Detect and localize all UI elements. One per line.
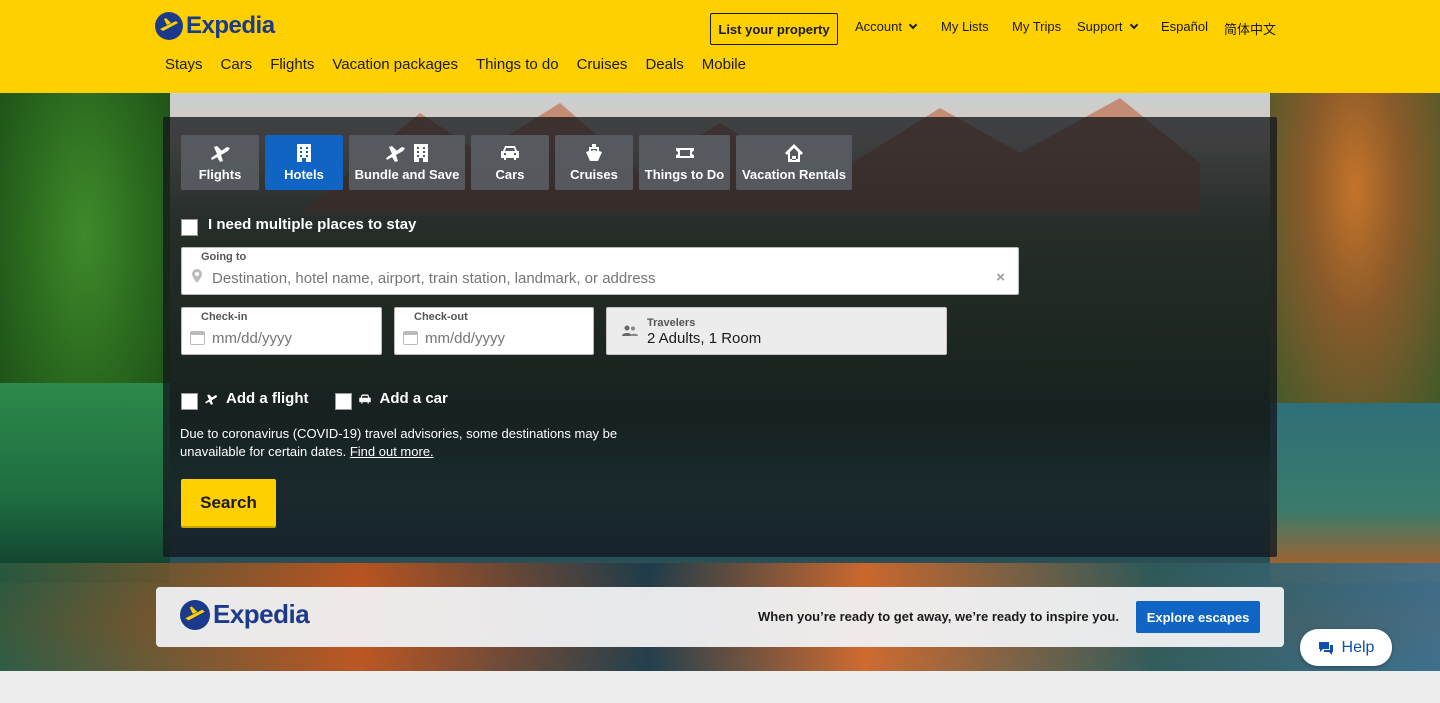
list-your-property-button[interactable]: List your property <box>710 13 838 45</box>
tab-flights[interactable]: Flights <box>181 135 259 190</box>
multiple-places-checkbox[interactable] <box>181 219 198 236</box>
add-flight-checkbox[interactable] <box>181 393 198 410</box>
hero-background-image: Flights Hotels Bundle and Save Cars Crui… <box>0 93 1440 671</box>
support-label: Support <box>1077 19 1123 34</box>
check-out-field[interactable]: Check-out mm/dd/yyyy <box>394 307 594 355</box>
my-trips-link[interactable]: My Trips <box>1012 19 1061 34</box>
search-panel: Flights Hotels Bundle and Save Cars Crui… <box>163 117 1277 557</box>
check-in-label: Check-in <box>201 311 248 323</box>
check-out-input[interactable]: mm/dd/yyyy <box>425 330 505 347</box>
car-icon <box>501 146 519 160</box>
search-tabs: Flights Hotels Bundle and Save Cars Crui… <box>181 135 858 190</box>
covid-notice: Due to coronavirus (COVID-19) travel adv… <box>180 425 640 461</box>
promo-brand-name: Expedia <box>213 599 310 629</box>
going-to-input[interactable]: Destination, hotel name, airport, train … <box>212 270 656 287</box>
promo-tagline: When you’re ready to get away, we’re rea… <box>758 609 1119 624</box>
travelers-selector[interactable]: Travelers 2 Adults, 1 Room <box>606 307 947 355</box>
add-flight-label: Add a flight <box>226 390 309 407</box>
plane-icon <box>386 146 405 162</box>
calendar-icon <box>403 331 418 345</box>
travelers-label: Travelers <box>647 317 696 329</box>
going-to-field[interactable]: Going to Destination, hotel name, airpor… <box>181 247 1019 295</box>
nav-vacation-packages[interactable]: Vacation packages <box>332 56 458 73</box>
multiple-places-option[interactable]: I need multiple places to stay <box>181 213 416 236</box>
tab-label: Flights <box>198 167 242 182</box>
going-to-label: Going to <box>201 251 247 263</box>
location-pin-icon <box>192 269 202 283</box>
find-out-more-link[interactable]: Find out more. <box>350 444 434 459</box>
plane-icon <box>205 394 218 405</box>
tab-label: Vacation Rentals <box>741 167 847 182</box>
promo-banner: Expedia When you’re ready to get away, w… <box>156 587 1284 647</box>
car-icon <box>358 394 371 403</box>
add-car-checkbox[interactable] <box>334 393 352 410</box>
globe-plane-icon <box>180 599 210 630</box>
tab-cruises[interactable]: Cruises <box>555 135 633 190</box>
add-car-option[interactable]: Add a car <box>334 387 448 410</box>
nav-cars[interactable]: Cars <box>221 56 253 73</box>
main-nav: Stays Cars Flights Vacation packages Thi… <box>165 56 764 73</box>
building-icon <box>297 144 311 162</box>
search-button[interactable]: Search <box>181 479 276 526</box>
hero-scenery <box>0 383 170 583</box>
hero-scenery <box>1270 93 1440 413</box>
hero-scenery <box>1270 403 1440 583</box>
tab-label: Cruises <box>570 167 618 182</box>
language-chinese-link[interactable]: 简体中文 <box>1224 19 1276 38</box>
travelers-value: 2 Adults, 1 Room <box>647 330 762 347</box>
tab-vacation-rentals[interactable]: Vacation Rentals <box>736 135 852 190</box>
tab-bundle-and-save[interactable]: Bundle and Save <box>349 135 465 190</box>
promo-logo: Expedia <box>180 599 310 630</box>
tab-label: Bundle and Save <box>354 167 460 182</box>
ticket-icon <box>675 148 694 158</box>
check-in-input[interactable]: mm/dd/yyyy <box>212 330 292 347</box>
plane-icon <box>211 146 230 162</box>
house-icon <box>785 144 803 162</box>
help-label: Help <box>1341 638 1375 656</box>
explore-escapes-button[interactable]: Explore escapes <box>1136 601 1260 633</box>
clear-icon[interactable]: × <box>996 269 1005 286</box>
check-out-label: Check-out <box>414 311 468 323</box>
nav-things-to-do[interactable]: Things to do <box>476 56 559 73</box>
site-header: Expedia List your property Account My Li… <box>0 0 1440 93</box>
ship-icon <box>586 144 602 161</box>
add-flight-option[interactable]: Add a flight <box>181 387 309 410</box>
globe-plane-icon <box>155 12 183 40</box>
tab-label: Cars <box>495 167 525 182</box>
support-menu[interactable]: Support <box>1077 19 1138 34</box>
language-espanol-link[interactable]: Español <box>1161 19 1208 34</box>
chevron-down-icon <box>1129 20 1138 29</box>
account-label: Account <box>855 19 902 34</box>
my-lists-link[interactable]: My Lists <box>941 19 989 34</box>
building-icon <box>414 144 428 162</box>
chevron-down-icon <box>908 20 918 29</box>
nav-cruises[interactable]: Cruises <box>577 56 628 73</box>
add-car-label: Add a car <box>379 390 448 407</box>
expedia-logo[interactable]: Expedia <box>155 12 275 40</box>
multiple-places-label: I need multiple places to stay <box>208 216 417 233</box>
nav-stays[interactable]: Stays <box>165 56 203 73</box>
account-menu[interactable]: Account <box>855 19 918 34</box>
tab-label: Things to Do <box>644 167 725 182</box>
nav-flights[interactable]: Flights <box>270 56 314 73</box>
tab-hotels[interactable]: Hotels <box>265 135 343 190</box>
nav-deals[interactable]: Deals <box>645 56 683 73</box>
calendar-icon <box>190 331 205 345</box>
tab-cars[interactable]: Cars <box>471 135 549 190</box>
tab-label: Hotels <box>284 167 324 182</box>
chat-icon <box>1318 641 1333 655</box>
check-in-field[interactable]: Check-in mm/dd/yyyy <box>181 307 382 355</box>
help-button[interactable]: Help <box>1300 629 1392 666</box>
nav-mobile[interactable]: Mobile <box>702 56 746 73</box>
add-ons: Add a flight Add a car <box>181 387 474 410</box>
brand-name: Expedia <box>186 12 275 39</box>
tab-things-to-do[interactable]: Things to Do <box>639 135 730 190</box>
people-icon <box>622 325 638 336</box>
